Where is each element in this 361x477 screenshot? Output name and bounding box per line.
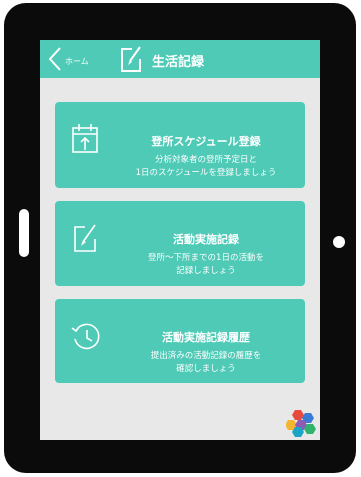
colorful-hexagon-logo [286,410,316,437]
card-description-line1: 提出済みの活動記録の履歴を [150,351,262,361]
card-description-line2: 1日のスケジュールを登録しましょう [135,168,277,178]
tablet-camera [333,236,345,248]
page-title: 生活記録 [152,55,205,70]
activity-history-button[interactable]: 活動実施記録履歴 提出済みの活動記録の履歴を 確認しましょう [55,299,305,383]
card-title: 活動実施記録 [173,233,239,246]
card-title: 活動実施記録履歴 [162,331,250,344]
card-description-line2: 確認しましょう [176,364,236,374]
back-button[interactable]: ホーム [48,46,89,72]
app-header: ホーム 生活記録 [40,40,320,78]
card-description-line1: 分析対象者の登所予定日と [154,155,257,165]
activity-record-button[interactable]: 活動実施記録 登所〜下所までの1日の活動を 記録しましょう [55,201,305,286]
edit-note-icon [121,46,141,72]
back-button-label: ホーム [65,56,89,66]
app-screen: ホーム 生活記録 登所スケジュール登録 分析対象者の登所予定日と 1日のスケジュ… [40,40,320,440]
tablet-home-button[interactable] [19,209,29,257]
schedule-registration-button[interactable]: 登所スケジュール登録 分析対象者の登所予定日と 1日のスケジュールを登録しましょ… [55,102,305,188]
card-title: 登所スケジュール登録 [151,135,261,148]
card-description-line2: 記録しましょう [176,266,236,276]
history-icon [71,323,100,350]
edit-note-icon [74,224,96,252]
chevron-left-icon [48,47,61,71]
card-description-line1: 登所〜下所までの1日の活動を [148,253,264,263]
calendar-upload-icon [72,124,98,153]
